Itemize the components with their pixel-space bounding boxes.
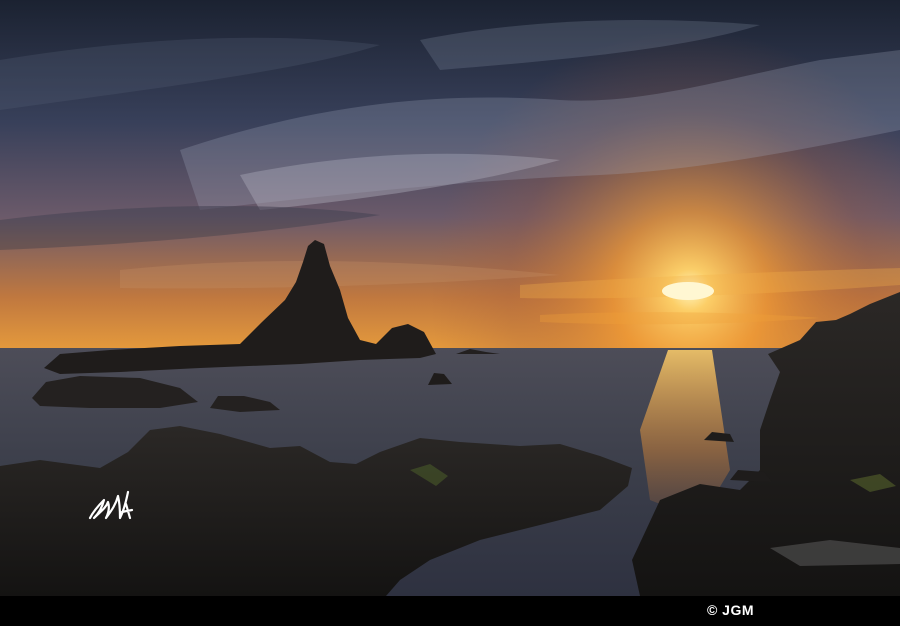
sun xyxy=(662,282,714,300)
signature-mark xyxy=(88,490,134,520)
photo-frame: © JGM xyxy=(0,0,900,626)
copyright-credit: © JGM xyxy=(706,602,754,618)
footer-bar: © JGM xyxy=(0,596,900,626)
